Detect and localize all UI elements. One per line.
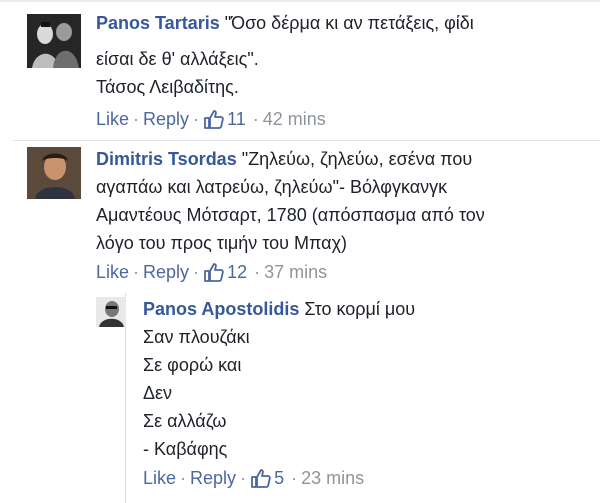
comment-text-line: "Όσο δέρμα κι αν πετάξεις, φίδι: [224, 13, 474, 33]
reply-link[interactable]: Reply: [190, 467, 236, 489]
separator: ·: [291, 468, 298, 488]
top-border: [0, 0, 600, 2]
reply-text-line: - Καβάφης: [143, 439, 228, 459]
like-count[interactable]: 5: [274, 467, 284, 489]
comment-text-line: λόγο του προς τιμήν του Μπαχ): [96, 233, 348, 253]
timestamp[interactable]: 37 mins: [264, 261, 327, 283]
separator: ·: [254, 262, 261, 282]
separator: ·: [133, 262, 140, 282]
reply-text-line: Σε αλλάζω: [143, 411, 227, 431]
separator: ·: [193, 262, 200, 282]
like-count[interactable]: 11: [227, 108, 246, 130]
like-link[interactable]: Like: [96, 108, 129, 130]
reply-link[interactable]: Reply: [143, 261, 189, 283]
reply-text-line: Σε φορώ και: [143, 355, 242, 375]
avatar-photo-icon: [27, 147, 81, 199]
comment-divider: [13, 140, 600, 141]
separator: ·: [193, 109, 200, 129]
thumbs-up-icon[interactable]: [250, 468, 271, 488]
avatar[interactable]: [27, 14, 81, 68]
comment-actions: Like · Reply · 12 · 37 mins: [96, 261, 327, 283]
separator: ·: [133, 109, 140, 129]
timestamp[interactable]: 23 mins: [301, 467, 364, 489]
avatar[interactable]: [96, 297, 126, 327]
reply-text-line: Σαν πλουζάκι: [143, 327, 250, 347]
like-link[interactable]: Like: [96, 261, 129, 283]
thumbs-up-icon[interactable]: [203, 109, 224, 129]
reply-author[interactable]: Panos Apostolidis: [143, 299, 299, 319]
comment-text-line: αγαπάω και λατρεύω, ζηλεύω"- Βόλφγκανγκ: [96, 177, 448, 197]
comment-author[interactable]: Panos Tartaris: [96, 13, 220, 33]
comment-text-line: Τάσος Λειβαδίτης.: [96, 77, 239, 97]
avatar[interactable]: [27, 147, 81, 199]
reply-text-line: Στο κορμί μου: [304, 299, 416, 319]
timestamp[interactable]: 42 mins: [263, 108, 326, 130]
comment-author[interactable]: Dimitris Tsordas: [96, 149, 237, 169]
thumbs-up-icon[interactable]: [203, 262, 224, 282]
comment-text-line: είσαι δε θ' αλλάξεις".: [96, 49, 259, 69]
separator: ·: [180, 468, 187, 488]
avatar-photo-icon: [96, 297, 126, 327]
comment-actions: Like · Reply · 11 · 42 mins: [96, 108, 326, 130]
comment-text-line: "Ζηλεύω, ζηλεύω, εσένα που: [241, 149, 473, 169]
reply-link[interactable]: Reply: [143, 108, 189, 130]
separator: ·: [252, 109, 259, 129]
reply-text-line: Δεν: [143, 383, 173, 403]
like-count[interactable]: 12: [227, 261, 247, 283]
separator: ·: [240, 468, 247, 488]
like-link[interactable]: Like: [143, 467, 176, 489]
reply-actions: Like · Reply · 5 · 23 mins: [143, 467, 364, 489]
comment-text-line: Αμαντέους Μότσαρτ, 1780 (απόσπασμα από τ…: [96, 205, 485, 225]
avatar-photo-icon: [27, 14, 81, 68]
